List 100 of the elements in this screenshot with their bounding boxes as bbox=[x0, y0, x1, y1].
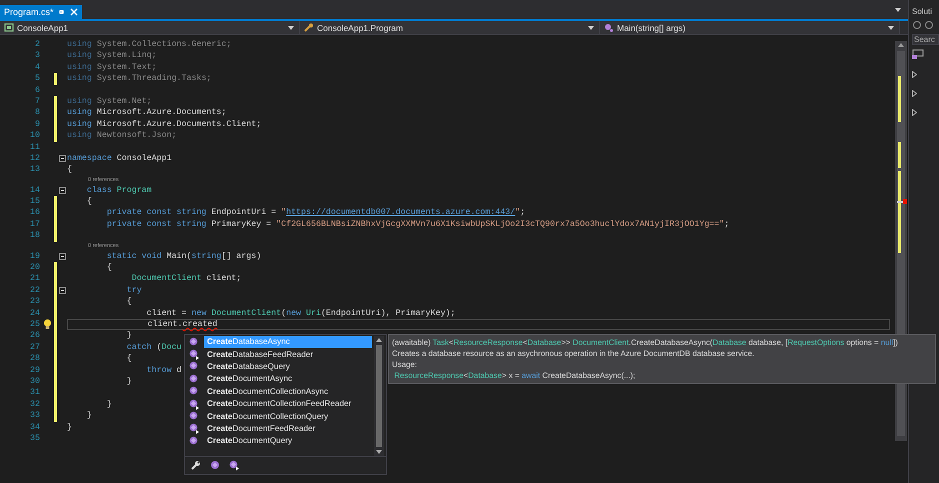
collapse-icon[interactable] bbox=[59, 252, 66, 260]
method-icon[interactable] bbox=[210, 460, 221, 471]
completion-item[interactable]: CreateDocumentCollectionAsync bbox=[204, 386, 374, 398]
line-number: 6 bbox=[34, 84, 40, 96]
caret-icon[interactable] bbox=[894, 7, 902, 13]
code-line: private const string EndpointUri = "https://documentdb007.documents.azure.com:443/"; bbox=[106, 207, 526, 219]
code-line: using System.Linq; bbox=[67, 50, 157, 62]
code-line: { bbox=[106, 262, 112, 274]
line-number: 22 bbox=[29, 284, 40, 296]
caret-icon bbox=[287, 24, 295, 30]
completion-item[interactable]: CreateDatabaseQuery bbox=[204, 360, 374, 373]
code-line: static void Main(string[] args) bbox=[106, 250, 262, 262]
close-icon[interactable] bbox=[70, 8, 78, 16]
extension-method-icon bbox=[189, 349, 200, 360]
line-number: 17 bbox=[29, 218, 40, 230]
solution-icon bbox=[912, 49, 924, 59]
project-icon bbox=[4, 22, 14, 32]
code-line: throw d bbox=[146, 364, 182, 376]
line-number: 26 bbox=[29, 330, 40, 342]
code-line: using System.Net; bbox=[67, 96, 152, 108]
method-icon bbox=[189, 336, 200, 348]
method-icon bbox=[189, 374, 200, 385]
line-number: 3 bbox=[34, 50, 40, 62]
lightbulb-icon[interactable] bbox=[43, 319, 52, 330]
pin-icon[interactable] bbox=[58, 8, 66, 16]
code-line: try bbox=[126, 284, 142, 296]
navigation-dropdown[interactable]: ConsoleApp1.Program bbox=[300, 21, 600, 34]
line-number: 2 bbox=[34, 39, 40, 50]
collapse-icon[interactable] bbox=[59, 287, 66, 294]
expand-arrow-icon[interactable] bbox=[912, 109, 917, 116]
code-line: catch (Docu bbox=[126, 342, 182, 354]
completion-item[interactable]: CreateDocumentAsync bbox=[204, 373, 374, 386]
code-line: namespace ConsoleApp1 bbox=[67, 152, 172, 164]
line-number: 5 bbox=[34, 73, 40, 85]
code-line: using System.Threading.Tasks; bbox=[67, 73, 212, 85]
code-line: } bbox=[106, 398, 112, 410]
line-number: 13 bbox=[29, 164, 40, 176]
line-number: 12 bbox=[29, 152, 40, 164]
line-number: 20 bbox=[29, 262, 40, 274]
code-line: using Microsoft.Azure.Documents; bbox=[67, 107, 226, 119]
line-number: 18 bbox=[29, 230, 40, 242]
line-number: 15 bbox=[29, 196, 40, 208]
expand-arrow-icon[interactable] bbox=[912, 71, 917, 78]
line-number: 32 bbox=[29, 398, 40, 410]
line-number: 25 bbox=[29, 318, 40, 330]
navigation-dropdown[interactable]: Main(string[] args) bbox=[600, 21, 900, 34]
extension-method-icon bbox=[189, 423, 200, 434]
line-number: 9 bbox=[34, 118, 40, 130]
extension-method-icon bbox=[189, 398, 200, 410]
caret-icon bbox=[887, 24, 895, 30]
code-line: { bbox=[126, 296, 132, 308]
code-line: } bbox=[86, 410, 92, 422]
line-number: 24 bbox=[29, 308, 40, 319]
line-number: 31 bbox=[29, 387, 40, 399]
panel-title: Soluti bbox=[912, 7, 934, 16]
line-number: 28 bbox=[29, 353, 40, 365]
code-line: using System.Collections.Generic; bbox=[67, 39, 232, 50]
line-number: 27 bbox=[29, 342, 40, 354]
method-icon bbox=[189, 436, 200, 447]
line-number: 19 bbox=[29, 250, 40, 262]
code-line: client = new DocumentClient(new Uri(EndpointUri), PrimaryKey); bbox=[146, 308, 456, 319]
line-number: 30 bbox=[29, 376, 40, 388]
code-line: { bbox=[86, 196, 92, 208]
line-number: 34 bbox=[29, 422, 40, 433]
scrollbar-drawing[interactable] bbox=[374, 336, 384, 456]
line-number: 4 bbox=[34, 62, 40, 74]
wrench-icon[interactable] bbox=[191, 460, 202, 471]
toolbar-drawing[interactable] bbox=[912, 20, 936, 30]
caret-icon bbox=[587, 24, 595, 30]
line-number: 10 bbox=[29, 130, 40, 142]
line-number: 7 bbox=[34, 96, 40, 108]
code-line: } bbox=[126, 376, 132, 388]
completion-item[interactable]: CreateDocumentQuery bbox=[204, 435, 374, 448]
collapse-icon[interactable] bbox=[59, 186, 66, 194]
wrench-icon bbox=[304, 22, 314, 32]
method-icon bbox=[604, 22, 614, 32]
line-number: 33 bbox=[29, 410, 40, 422]
collapse-icon[interactable] bbox=[59, 155, 66, 162]
expand-arrow-icon[interactable] bbox=[912, 90, 917, 97]
line-number: 16 bbox=[29, 207, 40, 219]
code-line: } bbox=[67, 422, 72, 433]
code-line: using System.Text; bbox=[67, 62, 157, 74]
code-line: } bbox=[126, 330, 132, 342]
line-number: 21 bbox=[29, 273, 40, 285]
file-tab[interactable]: Program.cs* bbox=[0, 5, 82, 19]
code-line: { bbox=[67, 164, 72, 176]
line-number: 11 bbox=[29, 142, 40, 153]
code-line: using Microsoft.Azure.Documents.Client; bbox=[67, 118, 262, 130]
completion-item[interactable]: CreateDocumentCollectionFeedReader bbox=[204, 398, 374, 410]
completion-item[interactable]: CreateDocumentCollectionQuery bbox=[204, 410, 374, 423]
completion-item[interactable]: CreateDatabaseFeedReader bbox=[204, 348, 374, 361]
code-line: DocumentClient client; bbox=[130, 273, 242, 285]
navigation-dropdown[interactable]: ConsoleApp1 bbox=[0, 21, 300, 34]
line-number: 29 bbox=[29, 364, 40, 376]
line-number: 14 bbox=[29, 184, 40, 196]
search-field[interactable]: Searc bbox=[912, 34, 939, 45]
line-number: 35 bbox=[29, 432, 40, 444]
completion-item[interactable]: CreateDocumentFeedReader bbox=[204, 422, 374, 435]
line-number: 23 bbox=[29, 296, 40, 308]
extension-method-icon[interactable] bbox=[229, 460, 240, 471]
